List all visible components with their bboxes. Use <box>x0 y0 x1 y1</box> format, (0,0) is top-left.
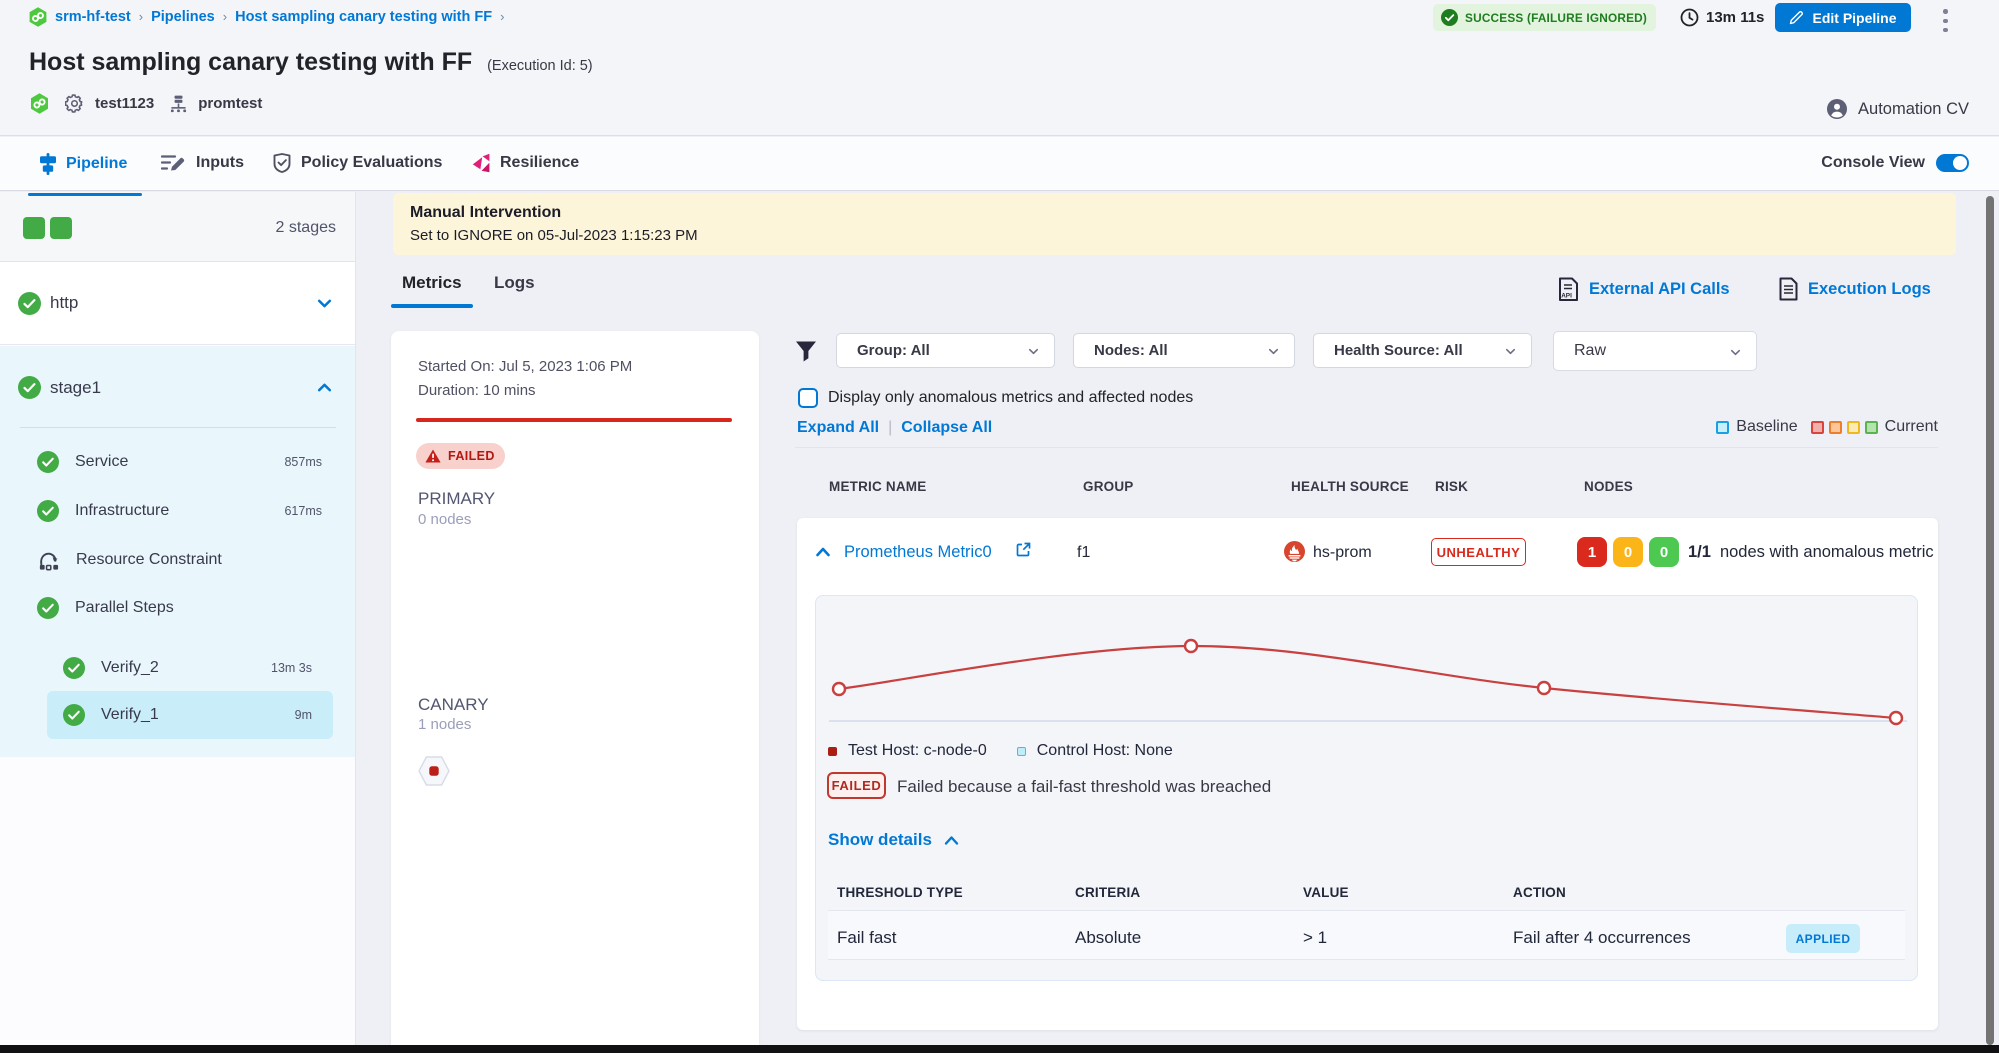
svg-text:API: API <box>1561 293 1572 300</box>
